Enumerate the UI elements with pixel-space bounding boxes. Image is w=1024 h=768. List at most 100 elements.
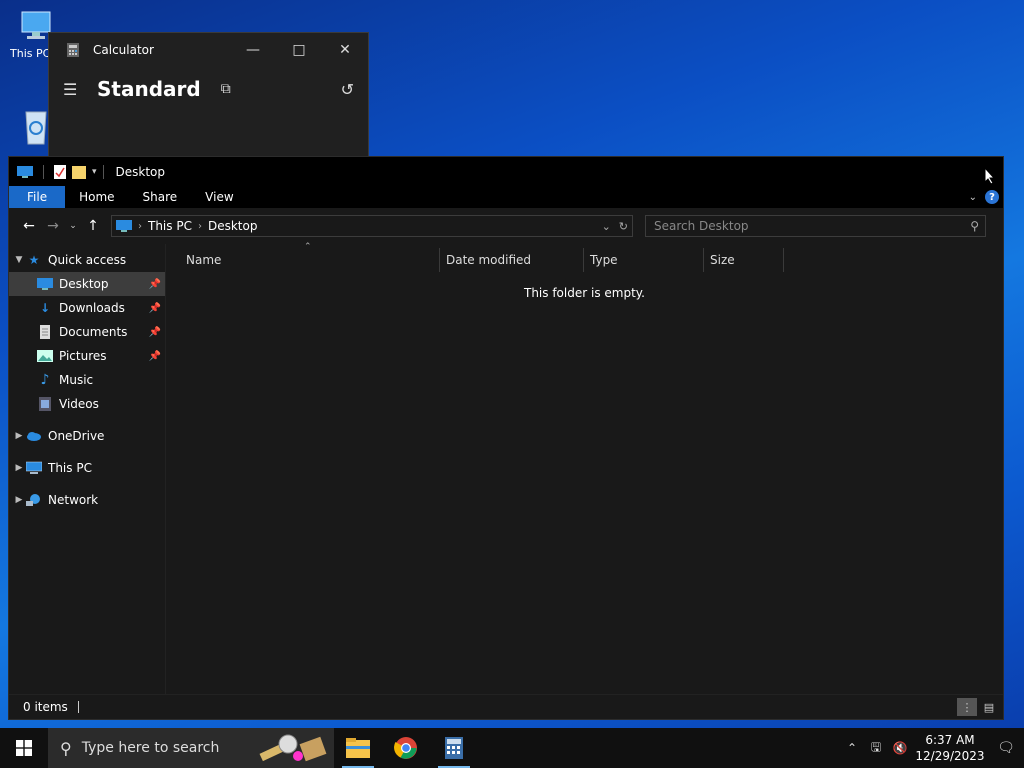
desktop-icon-label: This PC	[10, 47, 50, 60]
download-icon: ↓	[39, 301, 51, 315]
hamburger-menu-icon[interactable]: ☰	[63, 80, 83, 99]
nav-quick-access[interactable]: ▼ ★ Quick access	[9, 248, 165, 272]
document-icon	[40, 325, 50, 339]
search-icon[interactable]: ⚲	[970, 219, 979, 233]
large-icons-view-button[interactable]: ▤	[979, 698, 999, 716]
start-button[interactable]	[0, 728, 48, 768]
help-icon[interactable]: ?	[985, 190, 999, 204]
up-button[interactable]: ↑	[81, 218, 105, 234]
pictures-icon	[37, 350, 53, 362]
breadcrumb-this-pc[interactable]: This PC	[148, 219, 192, 233]
maximize-button[interactable]: □	[276, 33, 322, 67]
taskbar-chrome[interactable]	[382, 728, 430, 768]
explorer-titlebar[interactable]: ▾ Desktop	[9, 157, 1003, 186]
taskbar-calculator[interactable]	[430, 728, 478, 768]
window-title: Desktop	[115, 164, 166, 179]
calculator-title: Calculator	[93, 43, 154, 57]
properties-icon[interactable]	[54, 164, 66, 179]
pin-icon[interactable]: 📌	[149, 303, 161, 314]
quick-access-toolbar-dropdown[interactable]: ▾	[92, 167, 97, 177]
pin-icon[interactable]: 📌	[149, 327, 161, 338]
calculator-window[interactable]: Calculator — □ ✕ ☰ Standard ⧉ ↺	[48, 32, 369, 172]
taskbar-file-explorer[interactable]	[334, 728, 382, 768]
tab-share[interactable]: Share	[129, 186, 192, 208]
chevron-right-icon[interactable]: ▶	[12, 431, 26, 441]
chevron-right-icon[interactable]: ▶	[12, 495, 26, 505]
nav-this-pc[interactable]: ▶ This PC	[9, 456, 165, 480]
nav-network[interactable]: ▶ Network	[9, 488, 165, 512]
status-bar: 0 items ⋮ ▤	[9, 694, 1003, 719]
tab-file[interactable]: File	[9, 186, 66, 208]
notification-center-icon[interactable]: 🗨	[988, 740, 1024, 756]
nav-music[interactable]: ♪ Music	[9, 368, 165, 392]
chevron-right-icon[interactable]: ▶	[12, 463, 26, 473]
computer-icon	[26, 461, 42, 474]
file-list[interactable]: ⌃ Name Date modified Type Size This fold…	[165, 242, 1003, 694]
address-bar[interactable]: › This PC › Desktop ⌄ ↻	[111, 215, 633, 237]
column-date-modified[interactable]: Date modified	[440, 248, 584, 272]
nav-downloads[interactable]: ↓ Downloads 📌	[9, 296, 165, 320]
back-button[interactable]: ←	[17, 218, 41, 234]
taskbar: ⚲ Type here to search ⌃ 🖫 🔇 6:37 AM 12/2…	[0, 728, 1024, 768]
volume-muted-icon[interactable]: 🔇	[888, 741, 912, 755]
column-headers: ⌃ Name Date modified Type Size	[166, 242, 1003, 274]
minimize-button[interactable]: —	[230, 33, 276, 67]
mouse-cursor-icon	[984, 167, 996, 185]
tab-view[interactable]: View	[191, 186, 247, 208]
network-icon	[26, 494, 40, 506]
clock[interactable]: 6:37 AM 12/29/2023	[912, 732, 988, 764]
nav-onedrive[interactable]: ▶ OneDrive	[9, 424, 165, 448]
network-status-icon[interactable]: 🖫	[864, 738, 888, 759]
calculator-app-icon	[67, 43, 79, 57]
forward-button[interactable]: →	[41, 218, 65, 234]
refresh-icon[interactable]: ↻	[619, 220, 628, 233]
videos-icon	[39, 397, 51, 411]
column-type[interactable]: Type	[584, 248, 704, 272]
breadcrumb-separator-icon[interactable]: ›	[138, 221, 142, 232]
nav-pictures[interactable]: Pictures 📌	[9, 344, 165, 368]
column-size[interactable]: Size	[704, 248, 784, 272]
breadcrumb-desktop[interactable]: Desktop	[208, 219, 258, 233]
nav-videos[interactable]: Videos	[9, 392, 165, 416]
keep-on-top-icon[interactable]: ⧉	[221, 81, 231, 97]
nav-label: This PC	[48, 461, 92, 475]
clock-time: 6:37 AM	[925, 733, 975, 747]
search-input[interactable]: Search Desktop ⚲	[645, 215, 986, 237]
search-icon: ⚲	[60, 738, 72, 758]
nav-label: Downloads	[59, 301, 125, 315]
history-icon[interactable]: ↺	[341, 80, 354, 99]
calculator-mode-title: Standard	[97, 77, 201, 101]
details-view-button[interactable]: ⋮	[957, 698, 977, 716]
chrome-icon	[394, 737, 417, 759]
tab-home[interactable]: Home	[65, 186, 128, 208]
new-folder-icon[interactable]	[72, 165, 86, 179]
pin-icon[interactable]: 📌	[149, 351, 161, 362]
show-hidden-icons-chevron-icon[interactable]: ⌃	[840, 741, 864, 755]
taskbar-search-box[interactable]: ⚲ Type here to search	[48, 728, 334, 768]
ribbon-tabs: File Home Share View ⌄ ?	[9, 186, 1003, 208]
nav-label: Documents	[59, 325, 128, 339]
pin-icon[interactable]: 📌	[149, 279, 161, 290]
chevron-down-icon[interactable]: ▼	[12, 255, 26, 265]
nav-label: Pictures	[59, 349, 107, 363]
empty-folder-message: This folder is empty.	[524, 286, 645, 300]
navigation-pane: ▼ ★ Quick access Desktop 📌 ↓ Downloads 📌…	[9, 244, 165, 694]
column-name[interactable]: Name	[166, 248, 440, 272]
address-dropdown-icon[interactable]: ⌄	[602, 220, 611, 233]
nav-documents[interactable]: Documents 📌	[9, 320, 165, 344]
sort-ascending-icon: ⌃	[304, 242, 312, 252]
calculator-titlebar[interactable]: Calculator — □ ✕	[49, 33, 368, 67]
breadcrumb-separator-icon[interactable]: ›	[198, 221, 202, 232]
nav-label: OneDrive	[48, 429, 105, 443]
search-highlight-illustration-icon	[259, 734, 327, 762]
recent-locations-dropdown[interactable]: ⌄	[65, 221, 81, 231]
clock-date: 12/29/2023	[915, 749, 985, 763]
expand-ribbon-icon[interactable]: ⌄	[969, 192, 977, 203]
close-button[interactable]: ✕	[322, 33, 368, 67]
file-explorer-window[interactable]: ▾ Desktop File Home Share View ⌄ ? ← → ⌄…	[8, 156, 1004, 720]
nav-desktop[interactable]: Desktop 📌	[9, 272, 165, 296]
search-placeholder: Search Desktop	[654, 219, 749, 233]
folder-icon	[346, 738, 370, 758]
nav-label: Music	[59, 373, 94, 387]
nav-label: Desktop	[59, 277, 109, 291]
